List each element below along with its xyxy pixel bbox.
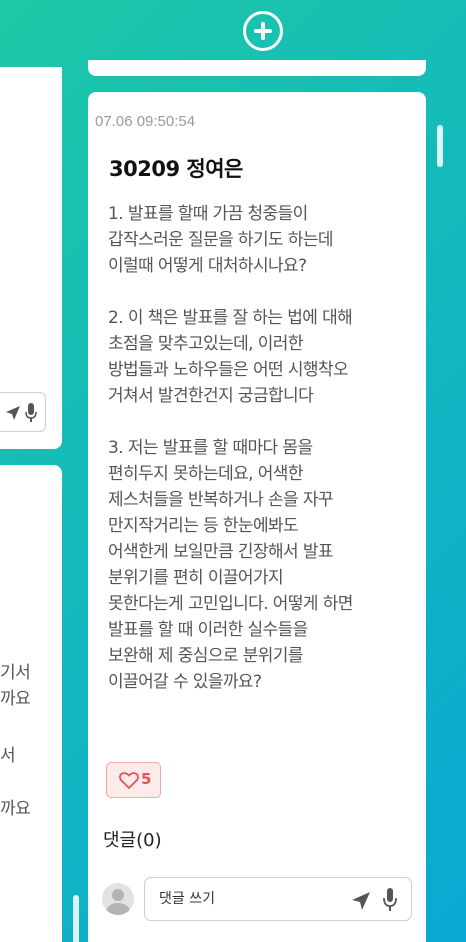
- post-card-above-partial: [88, 60, 426, 76]
- like-count: 5: [141, 770, 152, 788]
- scrollbar[interactable]: [437, 125, 443, 167]
- mic-icon[interactable]: [383, 888, 397, 912]
- scrollbar[interactable]: [73, 895, 79, 942]
- mic-icon[interactable]: [25, 403, 37, 423]
- left-card-text: 기서: [0, 663, 31, 683]
- comment-box[interactable]: [144, 877, 412, 921]
- send-icon[interactable]: [5, 405, 21, 421]
- send-icon[interactable]: [351, 891, 371, 911]
- post-content: 1. 발표를 할때 가끔 청중들이 갑작스러운 질문을 하기도 하는데 이럴때 …: [108, 204, 353, 692]
- comment-input[interactable]: [159, 887, 349, 911]
- comments-label: 댓글(0): [103, 830, 162, 851]
- left-comment-input[interactable]: [0, 392, 46, 432]
- avatar-icon: [102, 883, 134, 915]
- post-title: 30209 정여은: [109, 157, 243, 181]
- add-post-button[interactable]: [243, 11, 283, 51]
- left-card-text: 서: [0, 746, 16, 766]
- post-timestamp: 07.06 09:50:54: [95, 113, 196, 130]
- heart-icon: [119, 772, 139, 790]
- like-button[interactable]: 5: [106, 762, 161, 798]
- left-card-text: 까요: [0, 799, 31, 819]
- left-card-text: 까요: [0, 689, 31, 709]
